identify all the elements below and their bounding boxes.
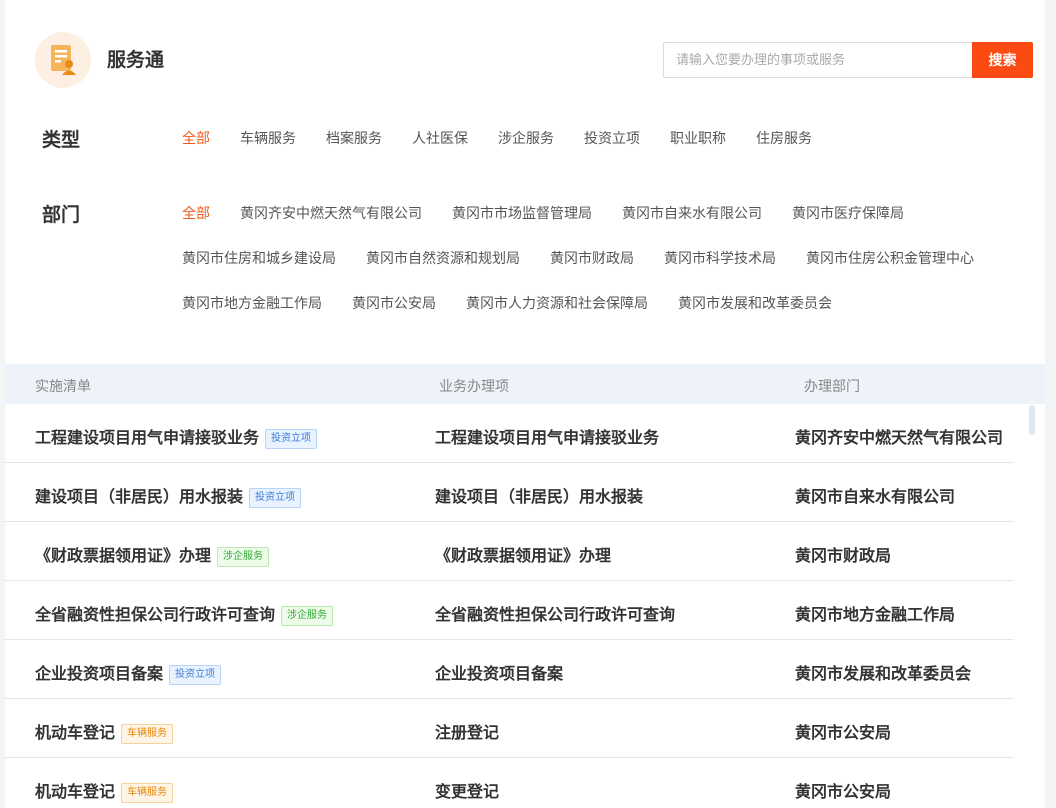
department-filter-option[interactable]: 黄冈市发展和改革委员会 (678, 293, 832, 313)
type-filter-option[interactable]: 投资立项 (584, 128, 640, 148)
item-name: 企业投资项目备案 (35, 664, 164, 683)
cell-department: 黄冈市公安局 (795, 782, 892, 801)
cell-item[interactable]: 企业投资项目备案 投资立项 (35, 660, 222, 685)
type-filter-option[interactable]: 涉企服务 (498, 128, 554, 148)
cell-business: 注册登记 (435, 723, 500, 742)
department-filter-option[interactable]: 黄冈市公安局 (352, 293, 436, 313)
logo (35, 32, 91, 88)
cell-department: 黄冈市自来水有限公司 (795, 487, 956, 506)
cell-business: 《财政票据领用证》办理 (435, 546, 612, 565)
document-user-icon (51, 45, 76, 75)
cell-business: 全省融资性担保公司行政许可查询 (435, 605, 676, 624)
cell-business: 建设项目（非居民）用水报装 (435, 487, 644, 506)
table-header: 实施清单 业务办理项 办理部门 (5, 364, 1045, 404)
department-filter-option[interactable]: 黄冈市医疗保障局 (792, 203, 904, 223)
table-row[interactable]: 机动车登记 车辆服务 注册登记 黄冈市公安局 (5, 699, 1013, 758)
department-filter-option[interactable]: 黄冈市财政局 (550, 248, 634, 268)
column-header-business: 业务办理项 (439, 379, 509, 395)
department-filter-option[interactable]: 全部 (182, 203, 210, 223)
table-row[interactable]: 全省融资性担保公司行政许可查询 涉企服务 全省融资性担保公司行政许可查询 黄冈市地方金… (5, 581, 1013, 640)
department-filter-option[interactable]: 黄冈市自来水有限公司 (622, 203, 762, 223)
department-filter-option[interactable]: 黄冈市科学技术局 (664, 248, 776, 268)
service-panel: 服务通 搜索 类型 全部车辆服务档案服务人社医保涉企服务投资立项职业职称住房服务… (5, 0, 1045, 808)
search-input[interactable] (663, 42, 972, 78)
category-tag: 涉企服务 (281, 606, 334, 626)
item-name: 《财政票据领用证》办理 (35, 546, 212, 565)
type-filter-option[interactable]: 人社医保 (412, 128, 468, 148)
cell-department: 黄冈齐安中燃天然气有限公司 (795, 428, 1004, 447)
cell-business: 企业投资项目备案 (435, 664, 564, 683)
table-row[interactable]: 建设项目（非居民）用水报装 投资立项 建设项目（非居民）用水报装 黄冈市自来水有限公司 (5, 463, 1013, 522)
cell-department: 黄冈市发展和改革委员会 (795, 664, 972, 683)
column-header-department: 办理部门 (804, 379, 860, 395)
cell-department: 黄冈市地方金融工作局 (795, 605, 956, 624)
cell-business: 工程建设项目用气申请接驳业务 (435, 428, 660, 447)
cell-department: 黄冈市财政局 (795, 546, 892, 565)
cell-item[interactable]: 机动车登记 车辆服务 (35, 719, 174, 744)
category-tag: 投资立项 (169, 665, 222, 685)
item-name: 机动车登记 (35, 723, 116, 742)
category-tag: 涉企服务 (217, 547, 270, 567)
cell-department: 黄冈市公安局 (795, 723, 892, 742)
cell-item[interactable]: 机动车登记 车辆服务 (35, 778, 174, 803)
item-name: 建设项目（非居民）用水报装 (35, 487, 244, 506)
department-filter-option[interactable]: 黄冈市住房和城乡建设局 (182, 248, 336, 268)
cell-item[interactable]: 全省融资性担保公司行政许可查询 涉企服务 (35, 601, 334, 626)
item-name: 全省融资性担保公司行政许可查询 (35, 605, 276, 624)
cell-item[interactable]: 工程建设项目用气申请接驳业务 投资立项 (35, 424, 318, 449)
type-filter-option[interactable]: 住房服务 (756, 128, 812, 148)
column-header-list: 实施清单 (35, 379, 91, 395)
item-name: 工程建设项目用气申请接驳业务 (35, 428, 260, 447)
type-filter-option[interactable]: 职业职称 (670, 128, 726, 148)
category-tag: 车辆服务 (121, 783, 174, 803)
table-row[interactable]: 工程建设项目用气申请接驳业务 投资立项 工程建设项目用气申请接驳业务 黄冈齐安中燃天然… (5, 404, 1013, 463)
search-button[interactable]: 搜索 (972, 42, 1033, 78)
department-filter-option[interactable]: 黄冈市市场监督管理局 (452, 203, 592, 223)
table-row[interactable]: 机动车登记 车辆服务 变更登记 黄冈市公安局 (5, 758, 1013, 808)
type-filter-option[interactable]: 档案服务 (326, 128, 382, 148)
table-row[interactable]: 《财政票据领用证》办理 涉企服务 《财政票据领用证》办理 黄冈市财政局 (5, 522, 1013, 581)
category-tag: 投资立项 (249, 488, 302, 508)
cell-item[interactable]: 《财政票据领用证》办理 涉企服务 (35, 542, 270, 567)
department-filter-option[interactable]: 黄冈市自然资源和规划局 (366, 248, 520, 268)
item-name: 机动车登记 (35, 782, 116, 801)
department-filter-option[interactable]: 黄冈市人力资源和社会保障局 (466, 293, 648, 313)
department-filter-option[interactable]: 黄冈齐安中燃天然气有限公司 (240, 203, 422, 223)
cell-business: 变更登记 (435, 782, 500, 801)
category-tag: 车辆服务 (121, 724, 174, 744)
department-filter-option[interactable]: 黄冈市地方金融工作局 (182, 293, 322, 313)
app-title: 服务通 (107, 49, 165, 71)
cell-item[interactable]: 建设项目（非居民）用水报装 投资立项 (35, 483, 302, 508)
type-filter-option[interactable]: 全部 (182, 128, 210, 148)
scrollbar-thumb[interactable] (1029, 405, 1035, 435)
type-filter-option[interactable]: 车辆服务 (240, 128, 296, 148)
table-row[interactable]: 企业投资项目备案 投资立项 企业投资项目备案 黄冈市发展和改革委员会 (5, 640, 1013, 699)
category-tag: 投资立项 (265, 429, 318, 449)
department-filter-option[interactable]: 黄冈市住房公积金管理中心 (806, 248, 974, 268)
type-filter-label: 类型 (42, 129, 81, 151)
department-filter-label: 部门 (42, 204, 81, 226)
